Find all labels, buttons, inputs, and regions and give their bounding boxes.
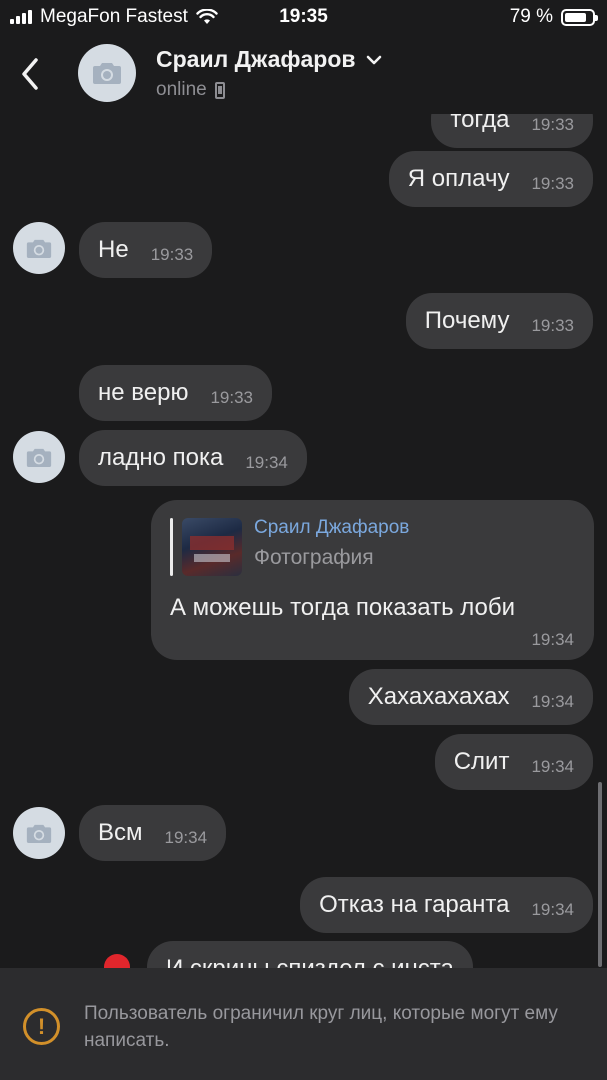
contact-name-text: Сраил Джафаров [156,46,356,72]
status-bar: MegaFon Fastest 19:35 79 % [0,0,607,34]
photo-thumbnail[interactable] [182,518,242,576]
message-text: ладно пока [98,444,224,471]
reply-author: Сраил Джафаров [254,517,410,538]
message-text: Не [98,236,129,263]
restriction-notice: ! Пользователь ограничил круг лиц, котор… [0,968,607,1080]
warning-icon: ! [23,1008,60,1045]
send-failed-icon[interactable] [104,954,130,968]
chevron-down-icon [366,55,381,64]
message-time: 19:34 [531,757,574,776]
message-time: 19:33 [531,316,574,335]
message-text: Всм [98,819,143,846]
chat-header: Сраил Джафаров online [0,34,607,114]
mobile-device-icon [214,81,225,99]
message-bubble-outgoing[interactable]: Хахахахахах 19:34 [348,669,593,725]
message-text: Слит [453,748,510,775]
message-text: А можешь тогда показать лоби [170,594,516,621]
reply-attachment-type: Фотография [254,546,374,569]
message-bubble-outgoing[interactable]: Отказ на гаранта 19:34 [300,877,593,933]
camera-icon [26,824,52,843]
restriction-notice-text: Пользователь ограничил круг лиц, которые… [84,1003,558,1051]
message-bubble-outgoing[interactable]: Почему 19:33 [405,293,593,349]
message-text: Хахахахахах [367,683,510,710]
online-status: online [156,79,225,101]
camera-icon [26,239,52,258]
message-text: Почему [424,307,510,334]
message-text: Отказ на гаранта [319,891,510,918]
camera-icon [93,63,121,84]
message-time: 19:34 [245,453,288,472]
battery-percent: 79 % [509,6,553,27]
message-time: 19:34 [531,900,574,919]
scrollbar[interactable] [598,782,602,967]
message-bubble-incoming[interactable]: Не 19:33 [79,222,213,278]
message-time: 19:33 [531,174,574,193]
message-time: 19:33 [210,388,253,407]
message-list[interactable]: тогда 19:33 Я оплачу 19:33 Не 19:33 Поче… [0,114,607,968]
message-bubble-incoming[interactable]: Всм 19:34 [79,805,227,861]
chevron-left-icon [22,58,38,90]
message-text: тогда [450,114,510,133]
message-bubble-outgoing[interactable]: Я оплачу 19:33 [388,151,593,207]
message-bubble-incoming[interactable]: не верю 19:33 [79,365,272,421]
avatar[interactable] [13,807,65,859]
message-text: не верю [98,379,189,406]
message-time: 19:34 [531,630,574,649]
message-bubble-outgoing[interactable]: И скрины спиздел с инста [147,941,473,968]
message-time: 19:33 [150,245,194,264]
quote-bar [170,518,173,576]
message-time: 19:33 [531,115,574,134]
message-time: 19:34 [164,828,208,847]
message-bubble-incoming[interactable]: ладно пока 19:34 [79,430,307,486]
message-bubble-outgoing[interactable]: тогда 19:33 [431,114,593,148]
avatar[interactable] [13,222,65,274]
message-time: 19:34 [531,692,574,711]
camera-icon [26,448,52,467]
message-text: И скрины спиздел с инста [166,955,454,968]
back-button[interactable] [14,52,46,96]
message-bubble-reply[interactable]: Сраил Джафаров Фотография А можешь тогда… [151,500,594,660]
avatar[interactable] [13,431,65,483]
battery-icon [561,8,598,26]
message-text: Я оплачу [407,165,510,192]
avatar[interactable] [78,44,136,102]
contact-name[interactable]: Сраил Джафаров [156,46,382,73]
message-bubble-outgoing[interactable]: Слит 19:34 [434,734,593,790]
online-status-text: online [156,79,207,100]
